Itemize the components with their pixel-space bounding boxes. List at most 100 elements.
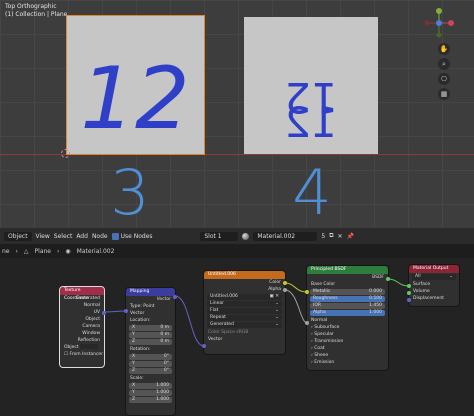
socket-base-color[interactable] bbox=[305, 290, 309, 294]
volume-input: Volume bbox=[413, 289, 430, 294]
editor-type-dropdown[interactable]: Object bbox=[4, 231, 32, 241]
socket-alpha-in[interactable] bbox=[305, 321, 309, 325]
location-x[interactable]: X0 m bbox=[129, 325, 172, 331]
target-dropdown[interactable]: All ⌄ bbox=[412, 274, 456, 280]
breadcrumb-prefix: ne bbox=[2, 247, 10, 255]
delete-icon[interactable]: ✕ bbox=[337, 233, 342, 240]
node-editor-header: Object View Select Add Node Use Nodes Sl… bbox=[0, 228, 474, 244]
view-name: Top Orthographic bbox=[5, 3, 57, 10]
metallic-field[interactable]: Metallic 0.000 bbox=[310, 289, 385, 295]
type-label: Type: bbox=[130, 304, 142, 309]
socket-vector-in[interactable] bbox=[202, 344, 206, 348]
from-instancer-label: From Instancer bbox=[69, 352, 104, 357]
x-axis-line bbox=[0, 154, 474, 155]
source-dropdown[interactable]: Generated ⌄ bbox=[207, 322, 282, 328]
image-selector[interactable]: Untitled.006 ▣ ✕ bbox=[207, 294, 282, 300]
panel-sheen[interactable]: › Sheen bbox=[307, 352, 388, 359]
3d-viewport[interactable]: Top Orthographic (1) Collection | Plane … bbox=[0, 0, 474, 228]
roughness-field[interactable]: Roughness 0.500 bbox=[310, 296, 385, 302]
material-output-node[interactable]: Material Output All ⌄ Surface Volume Disp… bbox=[407, 265, 459, 306]
material-icon: ◉ bbox=[65, 247, 71, 255]
rotation-x[interactable]: X 0° bbox=[129, 354, 172, 360]
annotation-3: 3 bbox=[110, 158, 149, 222]
use-nodes-label: Use Nodes bbox=[120, 232, 153, 240]
color-space-row: Color Space sRGB bbox=[208, 330, 249, 335]
type-value[interactable]: Point bbox=[143, 304, 154, 309]
socket-vector-out[interactable] bbox=[173, 295, 177, 299]
rotation-y[interactable]: Y 0° bbox=[129, 361, 172, 367]
material-sphere-icon[interactable] bbox=[242, 232, 250, 240]
duplicate-icon[interactable]: ⧉ bbox=[329, 232, 333, 240]
ior-field[interactable]: IOR 1.450 bbox=[310, 303, 385, 309]
use-nodes-toggle[interactable]: Use Nodes bbox=[111, 232, 153, 240]
plane-texture: 12 bbox=[80, 49, 189, 149]
displacement-input: Displacement bbox=[413, 296, 444, 301]
socket-volume[interactable] bbox=[407, 291, 411, 295]
slot-dropdown[interactable]: Slot 1 bbox=[200, 231, 239, 241]
image-texture-node[interactable]: Untitled.006 Color Alpha Untitled.006 ▣ ✕… bbox=[202, 271, 287, 354]
projection-dropdown[interactable]: Flat ⌄ bbox=[207, 308, 282, 314]
object-origin-icon bbox=[61, 149, 70, 158]
zoom-icon[interactable]: ⌕ bbox=[438, 58, 450, 70]
output-normal: Normal bbox=[83, 303, 100, 308]
panel-subsurface[interactable]: › Subsurface bbox=[307, 324, 388, 331]
grid-icon[interactable]: ▦ bbox=[438, 88, 450, 100]
object-picker[interactable] bbox=[80, 344, 99, 349]
object-label: Object bbox=[64, 345, 79, 350]
breadcrumb-plane: Plane bbox=[34, 247, 51, 255]
output-alpha: Alpha bbox=[268, 287, 281, 292]
principled-bsdf-node[interactable]: Principled BSDF BSDF Base Color Metallic… bbox=[305, 266, 390, 370]
socket-bsdf-out[interactable] bbox=[386, 277, 390, 281]
socket-uv[interactable] bbox=[102, 311, 106, 315]
plane-selected[interactable]: 12 bbox=[66, 15, 205, 155]
location-z[interactable]: Z0 m bbox=[129, 339, 172, 345]
navigation-gizmo[interactable] bbox=[424, 8, 454, 38]
scale-x[interactable]: X 1.000 bbox=[129, 383, 172, 389]
panel-emission[interactable]: › Emission bbox=[307, 359, 388, 366]
socket-alpha-out[interactable] bbox=[283, 288, 287, 292]
from-instancer-checkbox[interactable]: ☐ From Instancer bbox=[60, 351, 104, 358]
panel-specular[interactable]: › Specular bbox=[307, 331, 388, 338]
user-count: 5 bbox=[321, 232, 326, 240]
scale-y[interactable]: Y 1.000 bbox=[129, 390, 172, 396]
type-row[interactable]: Type: Point bbox=[126, 303, 175, 310]
scale-z[interactable]: Z 1.000 bbox=[129, 397, 172, 403]
extension-dropdown[interactable]: Repeat ⌄ bbox=[207, 315, 282, 321]
texture-coordinate-node[interactable]: Texture Coordinate Generated Normal UV O… bbox=[59, 286, 106, 368]
menu-select[interactable]: Select bbox=[54, 233, 73, 240]
menu-add[interactable]: Add bbox=[76, 233, 88, 240]
mapping-node[interactable]: Mapping Vector Type: Point Vector Locati… bbox=[124, 288, 177, 415]
object-field[interactable]: Object bbox=[60, 344, 104, 351]
chevron-right-icon: › bbox=[15, 247, 18, 255]
material-name-field[interactable]: Material.002 bbox=[253, 231, 318, 241]
pin-icon[interactable]: 📌 bbox=[347, 233, 354, 240]
annotation-left: 3 bbox=[110, 158, 149, 222]
alpha-field[interactable]: Alpha 1.000 bbox=[310, 310, 385, 316]
socket-surface[interactable] bbox=[407, 284, 411, 288]
panel-coat[interactable]: › Coat bbox=[307, 345, 388, 352]
mirrored-number-bottom: 12 bbox=[284, 98, 337, 147]
plane-mirrored[interactable]: 12 12 bbox=[244, 17, 378, 154]
scale-label: Scale: bbox=[130, 376, 144, 381]
socket-vector-in[interactable] bbox=[124, 309, 128, 313]
normal-input: Normal bbox=[311, 318, 328, 323]
node-editor-canvas[interactable]: Texture Coordinate Generated Normal UV O… bbox=[0, 258, 474, 416]
output-camera: Camera bbox=[82, 324, 100, 329]
output-reflection: Reflection bbox=[77, 338, 100, 343]
menu-node[interactable]: Node bbox=[92, 233, 108, 240]
node-title: Texture Coordinate bbox=[60, 287, 104, 301]
interpolation-dropdown[interactable]: Linear ⌄ bbox=[207, 301, 282, 307]
location-y[interactable]: Y0 m bbox=[129, 332, 172, 338]
output-object: Object bbox=[85, 317, 100, 322]
checkbox-icon bbox=[111, 232, 119, 240]
plane-number-text: 12 bbox=[80, 49, 189, 149]
socket-color-out[interactable] bbox=[283, 281, 287, 285]
socket-displacement[interactable] bbox=[407, 298, 411, 302]
hand-icon[interactable]: ✋ bbox=[438, 43, 450, 55]
output-vector: Vector bbox=[156, 297, 171, 302]
menu-view[interactable]: View bbox=[36, 233, 50, 240]
rotation-z[interactable]: Z 0° bbox=[129, 368, 172, 374]
node-title: Untitled.006 bbox=[204, 271, 285, 279]
panel-transmission[interactable]: › Transmission bbox=[307, 338, 388, 345]
camera-icon[interactable]: ⎔ bbox=[438, 73, 450, 85]
